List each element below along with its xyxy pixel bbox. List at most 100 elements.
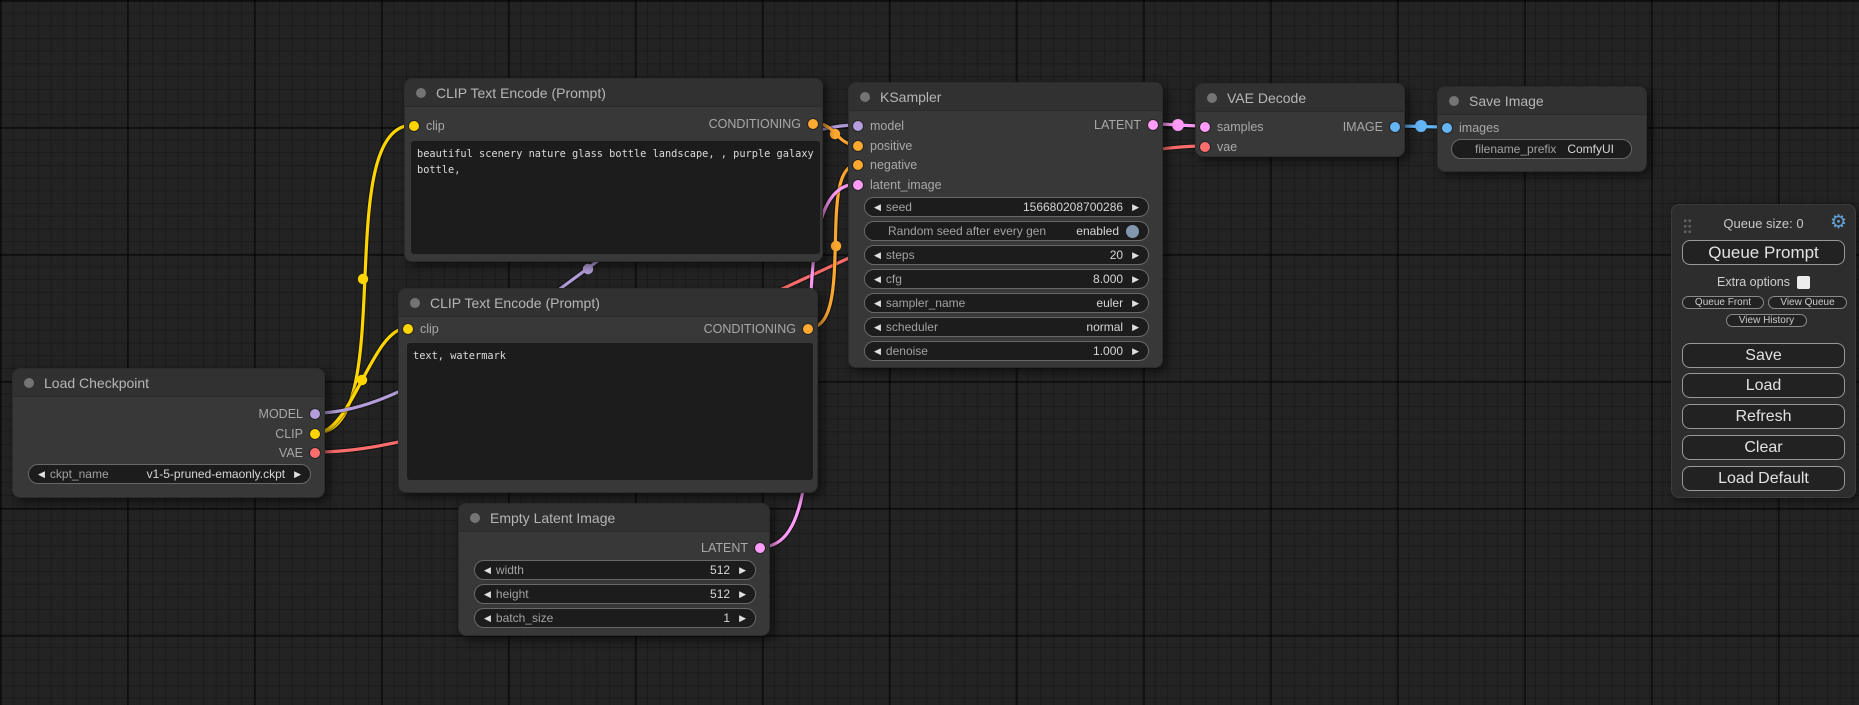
ckpt-name-widget[interactable]: ◀ ckpt_name v1-5-pruned-emaonly.ckpt ▶ bbox=[28, 464, 311, 484]
collapse-dot-icon[interactable] bbox=[1207, 93, 1217, 103]
decrement-arrow-icon[interactable]: ◀ bbox=[484, 560, 491, 580]
batch-size-widget[interactable]: ◀ batch_size 1 ▶ bbox=[474, 608, 756, 628]
increment-arrow-icon[interactable]: ▶ bbox=[294, 464, 301, 484]
input-slot-positive: positive bbox=[853, 138, 912, 154]
random-seed-toggle-widget[interactable]: Random seed after every gen enabled bbox=[864, 221, 1149, 241]
node-title-bar[interactable]: CLIP Text Encode (Prompt) bbox=[399, 289, 817, 317]
increment-arrow-icon[interactable]: ▶ bbox=[739, 608, 746, 628]
increment-arrow-icon[interactable]: ▶ bbox=[1132, 245, 1139, 265]
node-graph-canvas[interactable]: CLIP Text Encode (Prompt) clip CONDITION… bbox=[0, 0, 1859, 705]
prompt-textarea[interactable]: beautiful scenery nature glass bottle la… bbox=[411, 141, 820, 254]
height-widget[interactable]: ◀ height 512 ▶ bbox=[474, 584, 756, 604]
increment-arrow-icon[interactable]: ▶ bbox=[739, 584, 746, 604]
collapse-dot-icon[interactable] bbox=[24, 378, 34, 388]
load-button[interactable]: Load bbox=[1682, 373, 1845, 398]
cfg-widget[interactable]: ◀ cfg 8.000 ▶ bbox=[864, 269, 1149, 289]
model-output-dot[interactable] bbox=[310, 409, 320, 419]
steps-widget[interactable]: ◀ steps 20 ▶ bbox=[864, 245, 1149, 265]
decrement-arrow-icon[interactable]: ◀ bbox=[874, 317, 881, 337]
queue-prompt-button[interactable]: Queue Prompt bbox=[1682, 240, 1845, 265]
extra-options-row: Extra options bbox=[1672, 275, 1855, 289]
increment-arrow-icon[interactable]: ▶ bbox=[1132, 197, 1139, 217]
slot-label: latent_image bbox=[870, 178, 942, 192]
collapse-dot-icon[interactable] bbox=[470, 513, 480, 523]
decrement-arrow-icon[interactable]: ◀ bbox=[874, 269, 881, 289]
samples-input-dot[interactable] bbox=[1200, 122, 1210, 132]
node-clip-text-encode-positive[interactable]: CLIP Text Encode (Prompt) clip CONDITION… bbox=[404, 78, 823, 262]
denoise-widget[interactable]: ◀ denoise 1.000 ▶ bbox=[864, 341, 1149, 361]
slot-label: images bbox=[1459, 121, 1499, 135]
node-title: Load Checkpoint bbox=[44, 375, 149, 391]
image-output-dot[interactable] bbox=[1390, 122, 1400, 132]
node-vae-decode[interactable]: VAE Decode samples vae IMAGE bbox=[1195, 83, 1405, 157]
collapse-dot-icon[interactable] bbox=[416, 88, 426, 98]
decrement-arrow-icon[interactable]: ◀ bbox=[874, 293, 881, 313]
node-title-bar[interactable]: CLIP Text Encode (Prompt) bbox=[405, 79, 822, 107]
view-history-button[interactable]: View History bbox=[1726, 314, 1807, 327]
increment-arrow-icon[interactable]: ▶ bbox=[739, 560, 746, 580]
decrement-arrow-icon[interactable]: ◀ bbox=[484, 608, 491, 628]
sampler-name-widget[interactable]: ◀ sampler_name euler ▶ bbox=[864, 293, 1149, 313]
node-title-bar[interactable]: VAE Decode bbox=[1196, 84, 1404, 112]
decrement-arrow-icon[interactable]: ◀ bbox=[38, 464, 45, 484]
slot-label: CONDITIONING bbox=[704, 322, 796, 336]
load-default-button[interactable]: Load Default bbox=[1682, 466, 1845, 491]
clip-input-dot[interactable] bbox=[409, 121, 419, 131]
images-input-dot[interactable] bbox=[1442, 123, 1452, 133]
decrement-arrow-icon[interactable]: ◀ bbox=[484, 584, 491, 604]
queue-front-button[interactable]: Queue Front bbox=[1682, 296, 1764, 309]
vae-output-dot[interactable] bbox=[310, 448, 320, 458]
width-widget[interactable]: ◀ width 512 ▶ bbox=[474, 560, 756, 580]
slot-label: MODEL bbox=[259, 407, 303, 421]
decrement-arrow-icon[interactable]: ◀ bbox=[874, 341, 881, 361]
node-empty-latent-image[interactable]: Empty Latent Image LATENT ◀ width 512 ▶ … bbox=[458, 503, 770, 636]
gear-icon[interactable]: ⚙ bbox=[1830, 213, 1847, 232]
extra-options-checkbox[interactable] bbox=[1797, 276, 1810, 289]
conditioning-output-dot[interactable] bbox=[803, 324, 813, 334]
save-button[interactable]: Save bbox=[1682, 343, 1845, 368]
node-title: VAE Decode bbox=[1227, 90, 1306, 106]
latent-output-dot[interactable] bbox=[1148, 120, 1158, 130]
widget-value: 512 bbox=[710, 563, 730, 577]
model-input-dot[interactable] bbox=[853, 121, 863, 131]
scheduler-widget[interactable]: ◀ scheduler normal ▶ bbox=[864, 317, 1149, 337]
collapse-dot-icon[interactable] bbox=[410, 298, 420, 308]
increment-arrow-icon[interactable]: ▶ bbox=[1132, 341, 1139, 361]
refresh-button[interactable]: Refresh bbox=[1682, 404, 1845, 429]
node-clip-text-encode-negative[interactable]: CLIP Text Encode (Prompt) clip CONDITION… bbox=[398, 288, 818, 493]
increment-arrow-icon[interactable]: ▶ bbox=[1132, 293, 1139, 313]
input-slot-latent-image: latent_image bbox=[853, 177, 942, 193]
latent-image-input-dot[interactable] bbox=[853, 180, 863, 190]
node-load-checkpoint[interactable]: Load Checkpoint MODEL CLIP VAE ◀ ckpt_na… bbox=[12, 368, 325, 498]
node-title-bar[interactable]: Empty Latent Image bbox=[459, 504, 769, 532]
collapse-dot-icon[interactable] bbox=[1449, 96, 1459, 106]
node-title-bar[interactable]: KSampler bbox=[849, 83, 1162, 111]
clear-button[interactable]: Clear bbox=[1682, 435, 1845, 460]
input-slot-model: model bbox=[853, 118, 904, 134]
node-ksampler[interactable]: KSampler model positive negative latent_… bbox=[848, 82, 1163, 368]
decrement-arrow-icon[interactable]: ◀ bbox=[874, 245, 881, 265]
increment-arrow-icon[interactable]: ▶ bbox=[1132, 269, 1139, 289]
increment-arrow-icon[interactable]: ▶ bbox=[1132, 317, 1139, 337]
output-slot-conditioning: CONDITIONING bbox=[704, 321, 813, 337]
clip-output-dot[interactable] bbox=[310, 429, 320, 439]
widget-name: scheduler bbox=[886, 320, 938, 334]
view-queue-button[interactable]: View Queue bbox=[1768, 296, 1847, 309]
node-title-bar[interactable]: Load Checkpoint bbox=[13, 369, 324, 397]
conditioning-output-dot[interactable] bbox=[808, 119, 818, 129]
filename-prefix-widget[interactable]: filename_prefix ComfyUI bbox=[1451, 139, 1632, 159]
slot-label: IMAGE bbox=[1343, 120, 1383, 134]
node-save-image[interactable]: Save Image images filename_prefix ComfyU… bbox=[1437, 86, 1647, 172]
latent-output-dot[interactable] bbox=[755, 543, 765, 553]
widget-name: cfg bbox=[886, 272, 902, 286]
seed-widget[interactable]: ◀ seed 156680208700286 ▶ bbox=[864, 197, 1149, 217]
negative-input-dot[interactable] bbox=[853, 160, 863, 170]
vae-input-dot[interactable] bbox=[1200, 142, 1210, 152]
node-title-bar[interactable]: Save Image bbox=[1438, 87, 1646, 115]
positive-input-dot[interactable] bbox=[853, 141, 863, 151]
collapse-dot-icon[interactable] bbox=[860, 92, 870, 102]
decrement-arrow-icon[interactable]: ◀ bbox=[874, 197, 881, 217]
toggle-enabled-icon[interactable] bbox=[1126, 225, 1139, 238]
clip-input-dot[interactable] bbox=[403, 324, 413, 334]
prompt-textarea[interactable]: text, watermark bbox=[407, 343, 813, 480]
